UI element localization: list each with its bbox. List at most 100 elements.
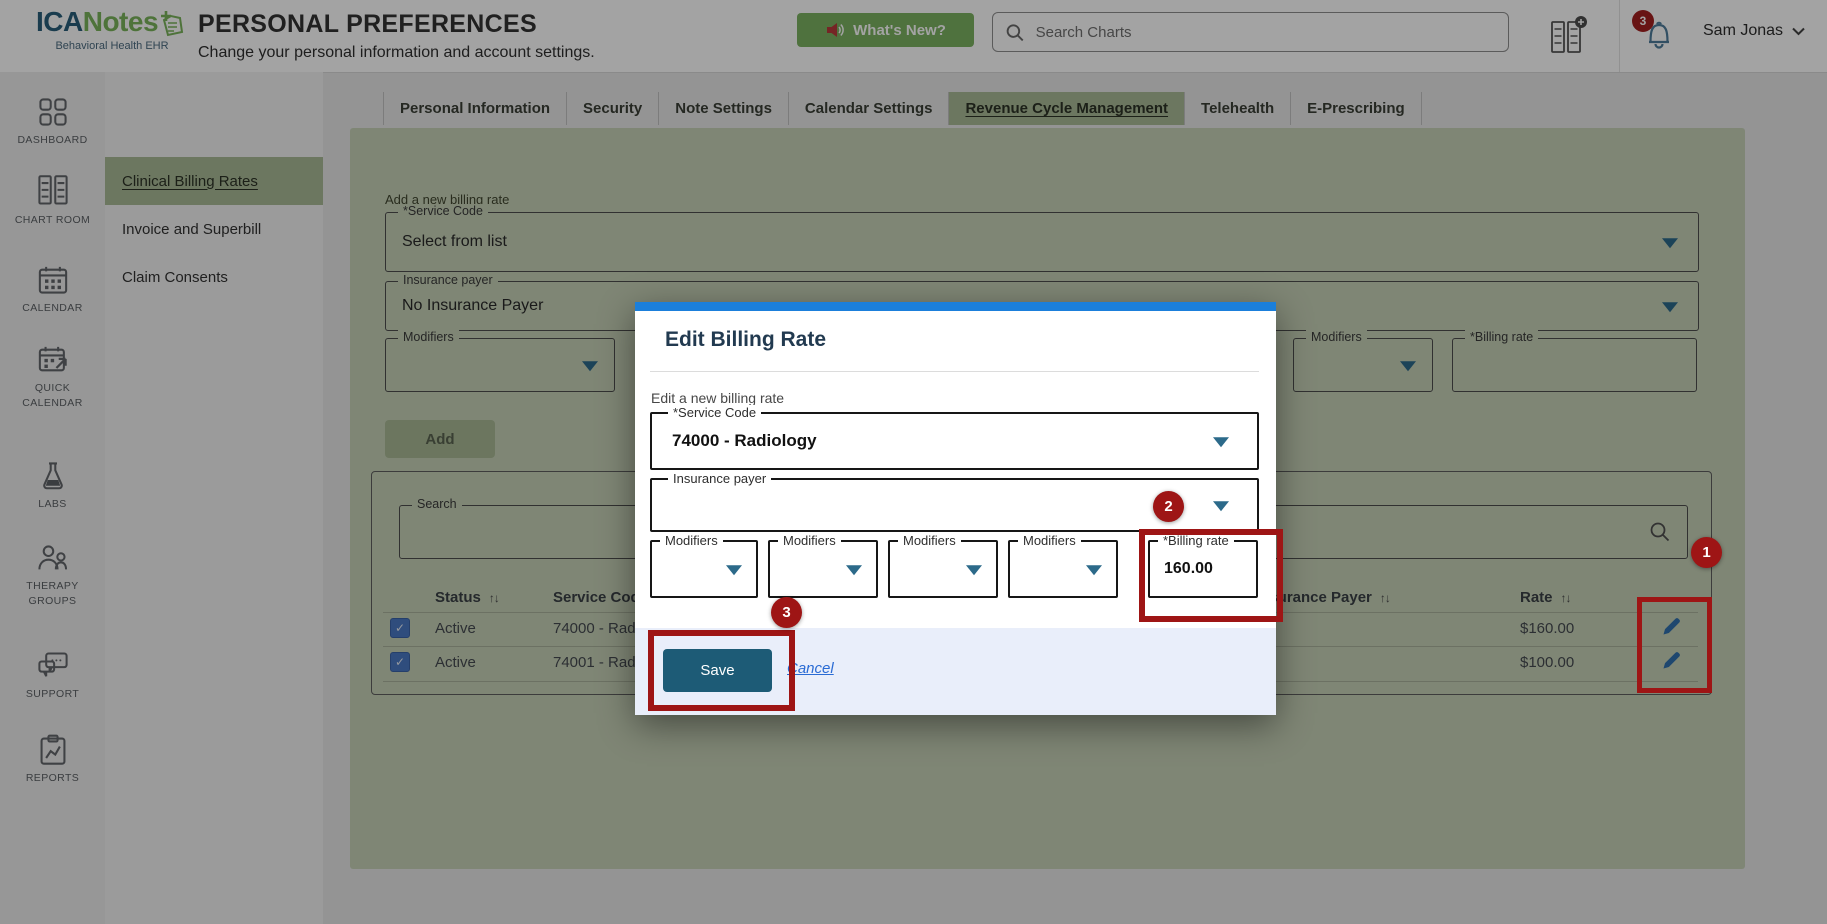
- modifiers-select-4[interactable]: Modifiers: [1293, 338, 1433, 392]
- user-menu[interactable]: Sam Jonas: [1703, 22, 1805, 40]
- tab-revenue-cycle-management[interactable]: Revenue Cycle Management: [949, 92, 1185, 125]
- edit-pencil-icon[interactable]: [1660, 614, 1684, 638]
- search-icon: [1005, 22, 1025, 43]
- modal-modifiers-select-4[interactable]: Modifiers: [1008, 540, 1118, 598]
- header-divider: [1619, 0, 1620, 72]
- calendar-icon: [37, 264, 69, 296]
- preferences-subnav: Clinical Billing Rates Invoice and Super…: [105, 72, 323, 924]
- sidebar-label: LABS: [9, 497, 97, 512]
- page-title: PERSONAL PREFERENCES: [198, 10, 537, 39]
- cancel-link[interactable]: Cancel: [787, 660, 834, 677]
- sidebar-label: CHART ROOM: [9, 213, 97, 228]
- tab-security[interactable]: Security: [567, 92, 659, 125]
- modal-service-code-select[interactable]: *Service Code 74000 - Radiology: [650, 412, 1259, 470]
- user-name: Sam Jonas: [1703, 22, 1783, 40]
- sidebar-item-support[interactable]: SUPPORT: [0, 650, 105, 702]
- dropdown-caret-icon: [1662, 238, 1678, 248]
- annotation-step-badge-2: 2: [1153, 491, 1184, 522]
- dropdown-caret-icon: [1213, 501, 1229, 511]
- field-label: Insurance payer: [668, 471, 771, 486]
- main-sidebar: DASHBOARD CHART ROOM CALENDAR: [0, 72, 106, 924]
- announcement-speaker-icon: [825, 20, 845, 40]
- tab-calendar-settings[interactable]: Calendar Settings: [789, 92, 950, 125]
- dropdown-caret-icon: [1086, 565, 1102, 575]
- modal-modifiers-select-3[interactable]: Modifiers: [888, 540, 998, 598]
- sidebar-item-reports[interactable]: REPORTS: [0, 734, 105, 786]
- sidebar-item-calendar[interactable]: CALENDAR: [0, 264, 105, 316]
- modifiers-select-1[interactable]: Modifiers: [385, 338, 615, 392]
- field-label: *Billing rate: [1465, 330, 1538, 344]
- annotation-step-badge-3: 3: [771, 597, 802, 628]
- tab-note-settings[interactable]: Note Settings: [659, 92, 789, 125]
- sidebar-item-dashboard[interactable]: DASHBOARD: [0, 96, 105, 148]
- sidebar-label: REPORTS: [9, 771, 97, 786]
- chart-room-icon: [36, 174, 70, 208]
- dashboard-icon: [37, 96, 69, 128]
- tab-e-prescribing[interactable]: E-Prescribing: [1291, 92, 1422, 125]
- personal-preferences-page: ICANotes Behavioral Health EHR PERSONAL …: [0, 0, 1827, 924]
- cell-rate: $100.00: [1520, 654, 1574, 671]
- search-icon: [1649, 521, 1671, 543]
- modal-modifiers-select-2[interactable]: Modifiers: [768, 540, 878, 598]
- sort-icon[interactable]: ↑↓: [1561, 591, 1571, 605]
- modal-billing-rate-input[interactable]: *Billing rate 160.00: [1148, 540, 1258, 598]
- support-chat-icon: [36, 650, 70, 682]
- logo-text-primary: ICA: [36, 8, 83, 36]
- sidebar-label: DASHBOARD: [9, 133, 97, 148]
- modal-modifiers-select-1[interactable]: Modifiers: [650, 540, 758, 598]
- icanotes-logo[interactable]: ICANotes Behavioral Health EHR: [36, 8, 188, 52]
- modal-title: Edit Billing Rate: [665, 328, 826, 352]
- subnav-item-clinical-billing-rates[interactable]: Clinical Billing Rates: [105, 157, 323, 205]
- field-label: *Service Code: [398, 204, 488, 218]
- sort-icon[interactable]: ↑↓: [1380, 591, 1390, 605]
- logo-plus-doc-icon: [158, 8, 188, 38]
- sidebar-item-quick-calendar[interactable]: QUICK CALENDAR: [0, 344, 105, 411]
- save-button[interactable]: Save: [663, 649, 772, 692]
- service-code-select[interactable]: *Service Code Select from list: [385, 212, 1699, 272]
- logo-text-secondary: Notes: [83, 8, 158, 36]
- dropdown-caret-icon: [1662, 302, 1678, 312]
- column-header-insurance-payer[interactable]: Insurance Payer ↑↓: [1256, 589, 1390, 606]
- field-label: Modifiers: [778, 533, 841, 548]
- row-checkbox[interactable]: ✓: [390, 618, 410, 638]
- whats-new-label: What's New?: [853, 22, 946, 39]
- whats-new-button[interactable]: What's New?: [797, 13, 974, 47]
- column-header-rate[interactable]: Rate ↑↓: [1520, 589, 1571, 606]
- field-label: Search: [412, 497, 462, 511]
- labs-flask-icon: [37, 460, 69, 492]
- row-checkbox[interactable]: ✓: [390, 652, 410, 672]
- billing-rate-input[interactable]: *Billing rate: [1452, 338, 1697, 392]
- sidebar-item-chart-room[interactable]: CHART ROOM: [0, 174, 105, 228]
- therapy-groups-icon: [36, 542, 70, 574]
- chart-search-box: [992, 12, 1509, 52]
- field-label: Modifiers: [1306, 330, 1367, 344]
- column-label: Status: [435, 589, 481, 606]
- modal-divider: [650, 371, 1259, 372]
- tab-telehealth[interactable]: Telehealth: [1185, 92, 1291, 125]
- sidebar-item-labs[interactable]: LABS: [0, 460, 105, 512]
- notifications-button[interactable]: 3: [1638, 12, 1684, 58]
- annotation-step-badge-1: 1: [1691, 537, 1722, 568]
- sidebar-item-therapy-groups[interactable]: THERAPY GROUPS: [0, 542, 105, 609]
- cell-rate: $160.00: [1520, 620, 1574, 637]
- subnav-item-invoice-superbill[interactable]: Invoice and Superbill: [105, 205, 323, 253]
- sidebar-label: SUPPORT: [9, 687, 97, 702]
- add-button[interactable]: Add: [385, 420, 495, 458]
- dropdown-caret-icon: [1213, 437, 1229, 447]
- column-header-status[interactable]: Status ↑↓: [435, 589, 499, 606]
- dropdown-caret-icon: [726, 565, 742, 575]
- sort-icon[interactable]: ↑↓: [489, 591, 499, 605]
- cell-status: Active: [435, 654, 476, 671]
- field-label: Insurance payer: [398, 273, 498, 287]
- field-label: Modifiers: [1018, 533, 1081, 548]
- subnav-item-claim-consents[interactable]: Claim Consents: [105, 253, 323, 301]
- field-value: No Insurance Payer: [402, 297, 543, 315]
- field-label: *Service Code: [668, 405, 761, 420]
- edit-pencil-icon[interactable]: [1660, 648, 1684, 672]
- search-charts-input[interactable]: [1034, 23, 1496, 42]
- tab-personal-information[interactable]: Personal Information: [383, 92, 567, 125]
- column-label: Service Code: [553, 589, 648, 606]
- subnav-label: Claim Consents: [122, 269, 228, 286]
- chart-room-shortcut-button[interactable]: [1548, 14, 1588, 58]
- dropdown-caret-icon: [846, 565, 862, 575]
